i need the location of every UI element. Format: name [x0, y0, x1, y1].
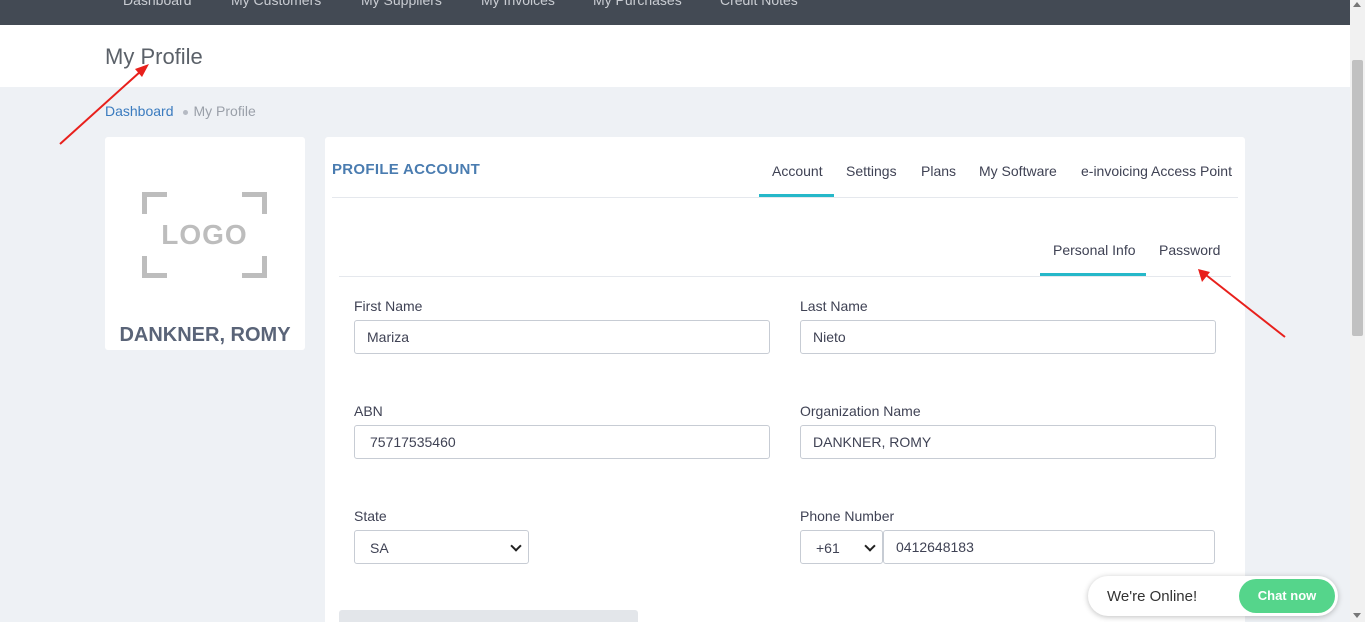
subtabs-divider [339, 276, 1231, 277]
subtab-password[interactable]: Password [1159, 242, 1220, 258]
company-name: DANKNER, ROMY [119, 324, 291, 346]
breadcrumb-dashboard-link[interactable]: Dashboard [105, 103, 174, 119]
chevron-down-icon [864, 540, 876, 552]
subtab-personal-info[interactable]: Personal Info [1053, 242, 1136, 258]
state-select[interactable]: SA [354, 530, 529, 564]
submit-button[interactable] [339, 610, 638, 622]
breadcrumb-current: My Profile [193, 103, 256, 119]
tab-e-invoicing-access-point[interactable]: e-invoicing Access Point [1081, 163, 1232, 179]
phone-number-label: Phone Number [800, 508, 895, 524]
phone-number-input[interactable] [883, 530, 1215, 564]
page-title: My Profile [105, 44, 203, 69]
organization-name-input[interactable] [800, 425, 1216, 459]
country-code-select[interactable]: +61 [800, 530, 883, 564]
top-navigation: Dashboard My Customers My Suppliers My I… [0, 0, 1350, 25]
subtab-personal-info-active-indicator [1040, 273, 1146, 276]
chevron-down-icon [510, 540, 522, 552]
last-name-label: Last Name [800, 298, 868, 314]
nav-credit-notes[interactable]: Credit Notes [720, 0, 798, 8]
nav-my-suppliers[interactable]: My Suppliers [361, 0, 442, 8]
first-name-input[interactable] [354, 320, 770, 354]
nav-my-customers[interactable]: My Customers [231, 0, 321, 8]
breadcrumb: Dashboard My Profile [105, 103, 256, 119]
breadcrumb-separator [182, 109, 188, 115]
company-logo-card: LOGO DANKNER, ROMY [105, 137, 305, 350]
logo-corner-bottom-left [142, 256, 167, 278]
chat-widget: We're Online! Chat now [1088, 576, 1338, 616]
abn-label: ABN [354, 403, 383, 419]
state-label: State [354, 508, 387, 524]
scroll-up-icon[interactable] [1353, 2, 1361, 7]
first-name-label: First Name [354, 298, 423, 314]
chat-now-button[interactable]: Chat now [1239, 579, 1335, 613]
tabs-divider [332, 197, 1238, 198]
nav-dashboard[interactable]: Dashboard [123, 0, 192, 8]
scrollbar-thumb[interactable] [1352, 60, 1363, 336]
logo-corner-top-left [142, 192, 167, 214]
tab-account[interactable]: Account [772, 163, 823, 179]
tab-account-active-indicator [759, 194, 834, 197]
page-scrollbar[interactable] [1350, 0, 1365, 622]
nav-my-purchases[interactable]: My Purchases [593, 0, 682, 8]
organization-name-label: Organization Name [800, 403, 921, 419]
last-name-input[interactable] [800, 320, 1216, 354]
tab-my-software[interactable]: My Software [979, 163, 1057, 179]
tab-settings[interactable]: Settings [846, 163, 897, 179]
logo-text: LOGO [161, 219, 248, 250]
state-select-value: SA [370, 540, 389, 556]
logo-placeholder[interactable]: LOGO [142, 192, 267, 278]
tab-plans[interactable]: Plans [921, 163, 956, 179]
abn-input[interactable] [354, 425, 770, 459]
nav-my-invoices[interactable]: My Invoices [481, 0, 555, 8]
scroll-down-icon[interactable] [1353, 613, 1361, 618]
page-header: My Profile [0, 25, 1350, 87]
card-title: PROFILE ACCOUNT [332, 161, 481, 178]
logo-corner-top-right [242, 192, 267, 214]
chat-status-text: We're Online! [1107, 588, 1198, 605]
country-code-value: +61 [816, 540, 840, 556]
profile-account-card: PROFILE ACCOUNT Account Settings Plans M… [325, 137, 1245, 622]
logo-corner-bottom-right [242, 256, 267, 278]
